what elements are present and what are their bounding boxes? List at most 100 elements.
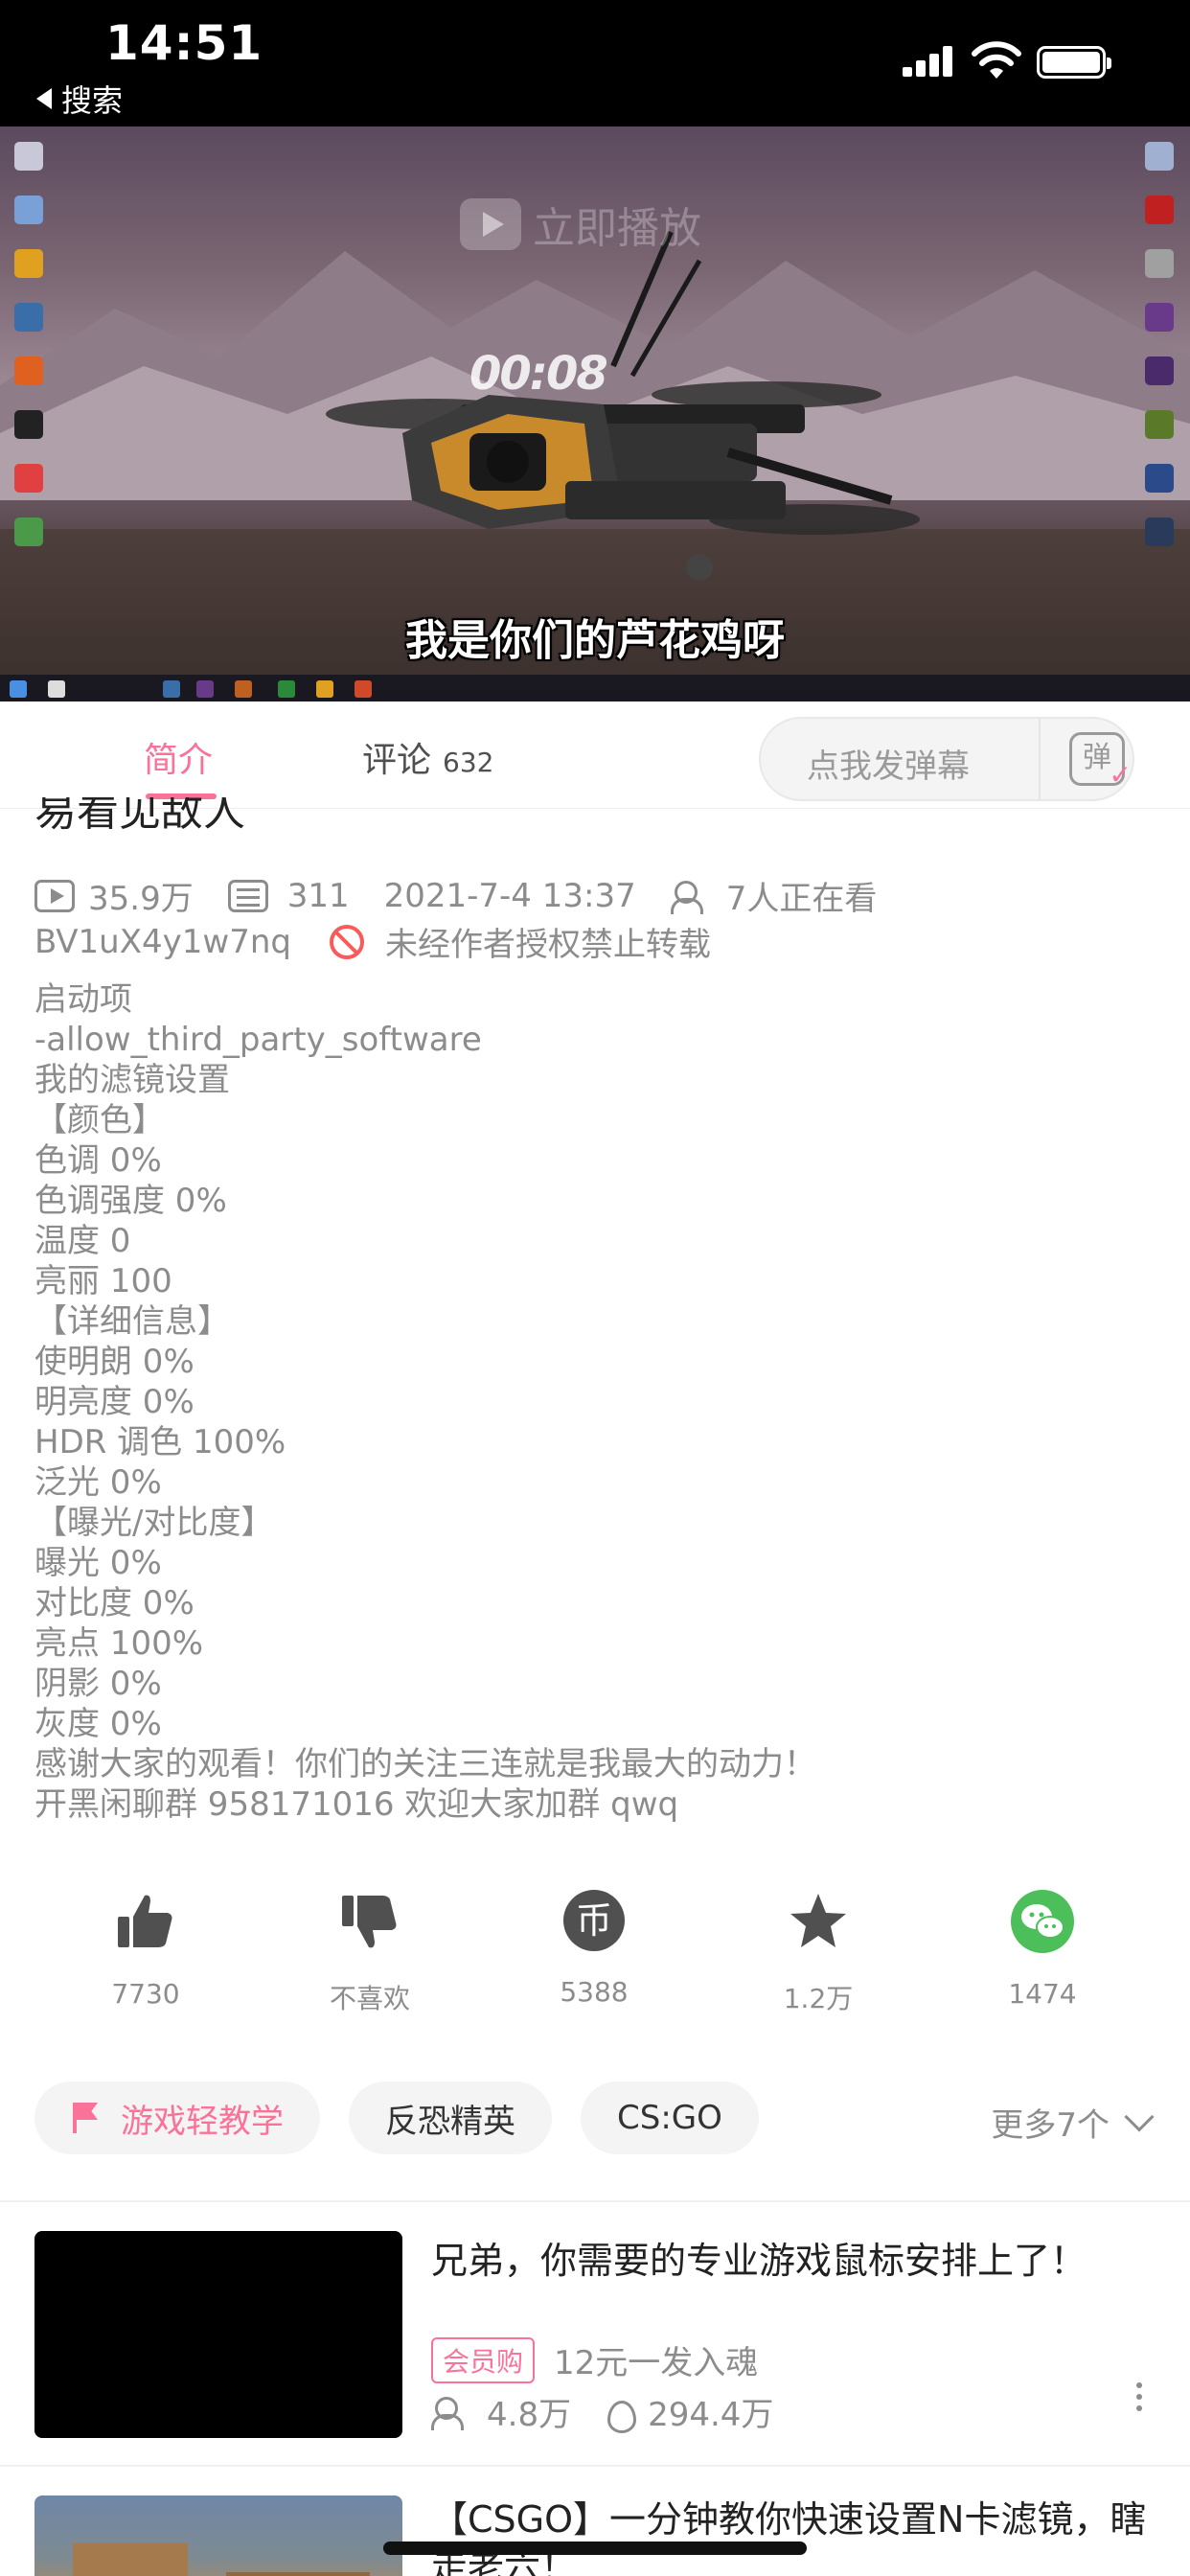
recommended-item[interactable]: 兄弟，你需要的专业游戏鼠标安排上了！ 会员购 12元一发入魂 4.8万 294.… [0, 2231, 1190, 2471]
video-description: 启动项 -allow_third_party_software 我的滤镜设置 【… [34, 979, 1156, 1825]
description-line: 使明朗 0% [34, 1343, 195, 1381]
star-icon [790, 1894, 846, 1947]
section-divider [0, 2465, 1190, 2467]
description-line: 曝光 0% [34, 1544, 162, 1582]
watching-count: 7人正在看 [725, 880, 878, 918]
dislike-button[interactable]: 不喜欢 [293, 1888, 446, 2016]
danmaku-toggle-icon[interactable]: 弹 ✓ [1069, 732, 1132, 789]
share-wechat-button[interactable]: 1474 [966, 1888, 1119, 2010]
hot-stat: 294.4万 [606, 2388, 773, 2435]
views-count: 35.9万 [88, 880, 194, 918]
more-options-icon[interactable] [1136, 2394, 1142, 2400]
description-line: 泛光 0% [34, 1463, 162, 1502]
send-danmaku-input[interactable]: 点我发弹幕 弹 ✓ [759, 717, 1134, 801]
bvid[interactable]: BV1uX4y1w7nq [34, 923, 291, 961]
danmaku-count: 311 [286, 876, 350, 915]
description-line: 灰度 0% [34, 1705, 162, 1743]
more-tags-button[interactable]: 更多7个 [991, 2099, 1155, 2146]
favorite-count: 1.2万 [783, 1983, 854, 2014]
people-icon [431, 2395, 473, 2430]
description-line: 阴影 0% [34, 1665, 162, 1703]
description-line: 亮点 100% [34, 1624, 204, 1663]
description-line: 【曝光/对比度】 [34, 1504, 274, 1542]
flag-icon [73, 2103, 100, 2133]
back-to-search-button[interactable]: 搜索 [36, 77, 123, 121]
description-line: 温度 0 [34, 1222, 131, 1260]
description-line: 色调 0% [34, 1141, 162, 1180]
description-line: 对比度 0% [34, 1584, 195, 1622]
thumbs-down-icon [342, 1896, 397, 1948]
description-line: 【颜色】 [34, 1101, 165, 1139]
detail-tabs: 简介 评论 632 点我发弹幕 弹 ✓ [0, 702, 1190, 809]
like-button[interactable]: 7730 [69, 1888, 222, 2010]
video-meta-row: 35.9万 311 2021-7-4 13:37 7人正在看 [34, 872, 911, 919]
tag-list: 游戏轻教学 反恐精英 CS:GO [34, 2082, 759, 2154]
recommended-title[interactable]: 【CSGO】一分钟教你快速设置N卡滤镜，瞎走老六！ [431, 2496, 1159, 2576]
coin-button[interactable]: 币 5388 [517, 1888, 671, 2008]
coin-count: 5388 [560, 1976, 629, 2008]
tab-intro-label: 简介 [144, 741, 214, 780]
danmaku-icon-label: 弹 [1083, 741, 1111, 774]
video-thumbnail[interactable] [34, 2496, 402, 2576]
member-shop-badge: 会员购 [431, 2336, 536, 2383]
danmaku-divider [1039, 719, 1041, 799]
wifi-icon [972, 41, 1021, 79]
more-tags-label: 更多7个 [991, 2106, 1110, 2145]
tag-label: 游戏轻教学 [121, 2102, 284, 2141]
recommended-title[interactable]: 兄弟，你需要的专业游戏鼠标安排上了！ [431, 2237, 1159, 2285]
publish-time: 2021-7-4 13:37 [383, 876, 636, 915]
recommended-stats: 4.8万 294.4万 [431, 2388, 808, 2435]
tag-counter-strike[interactable]: 反恐精英 [349, 2082, 552, 2154]
video-title-text: 易看见敌人 [34, 797, 245, 836]
tab-comments[interactable]: 评论 632 [362, 732, 493, 782]
play-now-watermark: 立即播放 [460, 194, 701, 255]
description-line: 我的滤镜设置 [34, 1061, 230, 1099]
description-line: -allow_third_party_software [34, 1021, 482, 1059]
video-thumbnail[interactable] [34, 2231, 402, 2438]
play-icon [460, 198, 521, 250]
signal-icon [903, 46, 952, 77]
video-taskbar [0, 675, 1190, 702]
desktop-icons-left [6, 126, 52, 571]
description-line: 开黑闲聊群 958171016 欢迎大家加群 qwq [34, 1785, 679, 1824]
description-line: 【详细信息】 [34, 1302, 230, 1341]
comments-count: 632 [443, 747, 494, 778]
tab-intro[interactable]: 简介 [144, 732, 217, 799]
watching-icon [670, 879, 713, 914]
tag-label: 反恐精英 [385, 2102, 515, 2141]
danmaku-stat: 311 [227, 876, 350, 915]
video-drone-image [326, 230, 920, 581]
people-stat: 4.8万 [431, 2388, 571, 2435]
tag-csgo[interactable]: CS:GO [581, 2082, 759, 2154]
battery-icon [1037, 46, 1111, 79]
video-timer: 00:08 [469, 347, 608, 401]
tab-comments-label: 评论 [362, 741, 432, 780]
tag-label: CS:GO [617, 2099, 722, 2137]
section-divider [0, 2200, 1190, 2202]
views-stat: 35.9万 [34, 872, 194, 919]
play-count-icon [34, 879, 75, 912]
danmaku-count-icon [227, 879, 268, 912]
recommended-subtitle: 12元一发入魂 [554, 2344, 759, 2382]
tag-game-tutorial[interactable]: 游戏轻教学 [34, 2082, 320, 2154]
favorite-button[interactable]: 1.2万 [742, 1888, 895, 2016]
description-line: 明亮度 0% [34, 1383, 195, 1421]
status-icons [903, 38, 1190, 86]
thumbs-up-icon [118, 1895, 172, 1947]
video-subtitle: 我是你们的芦花鸡呀 [405, 616, 785, 665]
no-repost-icon [329, 924, 364, 959]
like-count: 7730 [111, 1978, 180, 2010]
back-arrow-icon [36, 88, 52, 109]
chevron-down-icon [1124, 2101, 1155, 2132]
people-count: 4.8万 [487, 2396, 572, 2434]
watching-stat: 7人正在看 [670, 872, 878, 919]
desktop-icons-right [1136, 126, 1182, 571]
copyright-notice: 未经作者授权禁止转载 [384, 926, 711, 964]
share-count: 1474 [1008, 1978, 1077, 2010]
fire-icon [606, 2395, 637, 2433]
recommended-item[interactable]: 【CSGO】一分钟教你快速设置N卡滤镜，瞎走老六！ [0, 2496, 1190, 2576]
action-bar: 7730 不喜欢 币 5388 1.2万 1474 [0, 1888, 1190, 2032]
wechat-icon [1011, 1890, 1074, 1953]
video-player[interactable]: 立即播放 00:08 我是你们的芦花鸡呀 [0, 126, 1190, 702]
home-indicator[interactable] [383, 2542, 807, 2555]
